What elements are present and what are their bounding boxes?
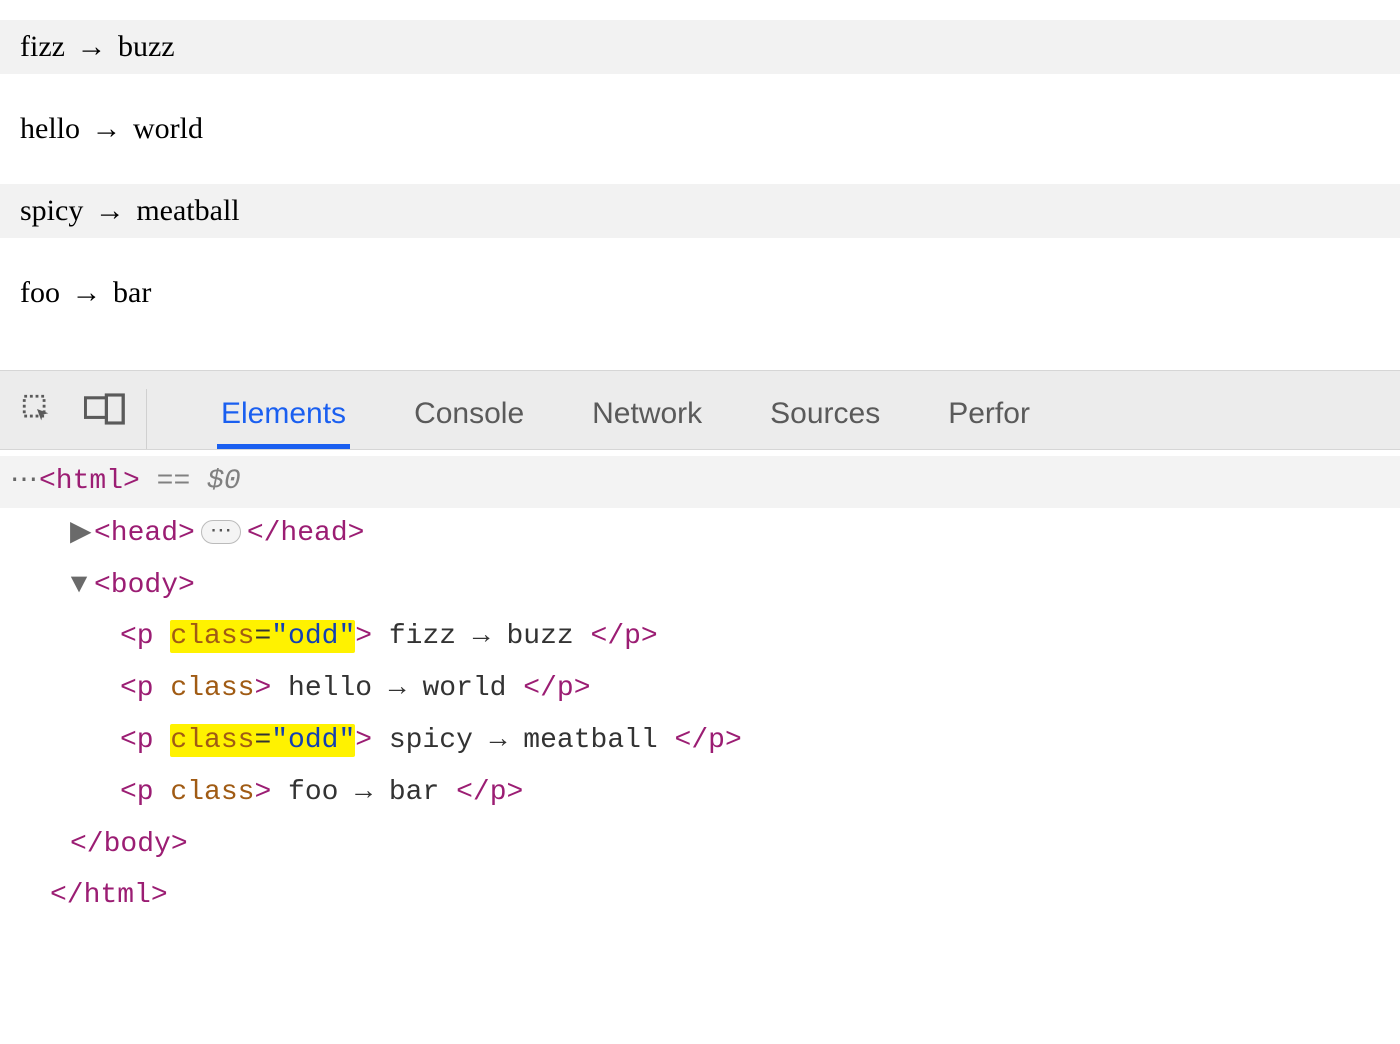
attr-name: class — [170, 621, 254, 652]
collapsed-ellipsis-icon[interactable]: ⋯ — [201, 520, 241, 544]
attr-name: class — [170, 673, 254, 704]
attr-value: "odd" — [271, 621, 355, 652]
inspect-element-icon[interactable] — [20, 392, 54, 426]
tag-text: </html> — [50, 880, 168, 911]
para-right: world — [133, 112, 203, 145]
tag-text: </p> — [523, 673, 590, 704]
arrow-icon: → — [91, 194, 129, 228]
device-toolbar-icon[interactable] — [84, 393, 126, 425]
devtools-toolbar: Elements Console Network Sources Perfor — [0, 370, 1400, 450]
toolbar-icon-group — [20, 389, 147, 449]
arrow-icon: → — [72, 30, 110, 64]
tag-text: <p — [120, 673, 154, 704]
para-right: buzz — [118, 30, 175, 63]
selected-marker: == $0 — [157, 466, 241, 497]
paragraph-odd: spicy → meatball — [0, 184, 1400, 238]
dom-node-head[interactable]: ▶<head>⋯</head> — [0, 508, 1400, 560]
arrow-icon: → — [68, 276, 106, 310]
expand-down-icon[interactable]: ▼ — [70, 560, 88, 612]
arrow-icon: → — [88, 112, 126, 146]
attr-value: "odd" — [271, 725, 355, 756]
tag-text: <html> — [39, 466, 140, 497]
leading-ellipsis-icon: ⋯ — [10, 466, 39, 497]
dom-node-body[interactable]: ▼<body> — [0, 560, 1400, 612]
para-left: foo — [20, 276, 60, 309]
dom-node-p[interactable]: <p class="odd"> spicy → meatball </p> — [0, 715, 1400, 767]
paragraph-even: foo → bar — [0, 266, 1400, 320]
para-left: hello — [20, 112, 80, 145]
rendered-page: fizz → buzz hello → world spicy → meatba… — [0, 20, 1400, 320]
tag-text: > — [355, 725, 372, 756]
tag-text: <p — [120, 725, 154, 756]
paragraph-odd: fizz → buzz — [0, 20, 1400, 74]
attr-name: class — [170, 725, 254, 756]
dom-node-p[interactable]: <p class> foo → bar </p> — [0, 767, 1400, 819]
tab-elements[interactable]: Elements — [217, 377, 350, 449]
tab-console[interactable]: Console — [410, 377, 528, 449]
equals: = — [254, 621, 271, 652]
text-node: fizz → buzz — [372, 621, 590, 652]
expand-right-icon[interactable]: ▶ — [70, 508, 88, 560]
dom-node-body-close[interactable]: </body> — [0, 819, 1400, 871]
attr-name: class — [170, 777, 254, 808]
tag-text: > — [254, 777, 271, 808]
tag-text: </p> — [456, 777, 523, 808]
tag-text: > — [355, 621, 372, 652]
tag-text: > — [254, 673, 271, 704]
tag-text: </body> — [70, 829, 188, 860]
para-right: bar — [113, 276, 151, 309]
tag-text: <head> — [94, 518, 195, 549]
text-node: foo → bar — [271, 777, 456, 808]
paragraph-even: hello → world — [0, 102, 1400, 156]
equals: = — [254, 725, 271, 756]
tag-text: </p> — [675, 725, 742, 756]
devtools-panel: Elements Console Network Sources Perfor … — [0, 370, 1400, 942]
tag-text: <body> — [94, 570, 195, 601]
dom-node-html[interactable]: ⋯<html> == $0 — [0, 456, 1400, 508]
tab-sources[interactable]: Sources — [766, 377, 884, 449]
text-node: spicy → meatball — [372, 725, 674, 756]
para-left: fizz — [20, 30, 65, 63]
dom-node-p[interactable]: <p class="odd"> fizz → buzz </p> — [0, 611, 1400, 663]
tag-text: </head> — [247, 518, 365, 549]
tag-text: </p> — [591, 621, 658, 652]
dom-node-p[interactable]: <p class> hello → world </p> — [0, 663, 1400, 715]
para-left: spicy — [20, 194, 83, 227]
para-right: meatball — [136, 194, 239, 227]
tab-network[interactable]: Network — [588, 377, 706, 449]
devtools-tabs: Elements Console Network Sources Perfor — [177, 371, 1034, 449]
tab-performance[interactable]: Perfor — [944, 377, 1034, 449]
tag-text: <p — [120, 777, 154, 808]
dom-node-html-close[interactable]: </html> — [0, 870, 1400, 922]
dom-tree[interactable]: ⋯<html> == $0 ▶<head>⋯</head> ▼<body> <p… — [0, 450, 1400, 942]
tag-text: <p — [120, 621, 154, 652]
text-node: hello → world — [271, 673, 523, 704]
